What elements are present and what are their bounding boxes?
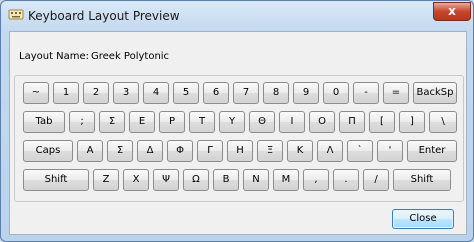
key[interactable]: Shift xyxy=(393,169,451,191)
dialog-client-area: Layout Name: Greek Polytonic ~1 2 3 4 5 6 7 8 9 0… xyxy=(9,31,467,235)
key[interactable]: \ xyxy=(429,111,457,133)
key[interactable]: Σ xyxy=(107,140,133,162)
keyboard-app-icon xyxy=(8,9,24,20)
key[interactable]: Enter xyxy=(407,140,457,162)
key[interactable]: Χ xyxy=(123,169,149,191)
key[interactable]: 3 xyxy=(113,82,139,104)
key[interactable]: Η xyxy=(227,140,253,162)
key[interactable]: Ρ xyxy=(159,111,185,133)
key[interactable]: 1 xyxy=(53,82,79,104)
key[interactable]: ~ xyxy=(23,82,49,104)
key[interactable]: Ω xyxy=(183,169,209,191)
key[interactable]: Θ xyxy=(249,111,275,133)
dialog-window: Keyboard Layout Preview x Layout Name: G… xyxy=(0,0,474,242)
key[interactable]: . xyxy=(333,169,359,191)
key[interactable]: = xyxy=(383,82,409,104)
key[interactable]: 0 xyxy=(323,82,349,104)
key[interactable]: Ζ xyxy=(93,169,119,191)
key[interactable]: Ν xyxy=(243,169,269,191)
key[interactable]: 9 xyxy=(293,82,319,104)
close-button[interactable]: Close xyxy=(392,209,454,229)
key[interactable]: 7 xyxy=(233,82,259,104)
window-close-button[interactable]: x xyxy=(433,2,471,21)
key[interactable]: ' xyxy=(377,140,403,162)
key[interactable]: 2 xyxy=(83,82,109,104)
key[interactable]: - xyxy=(353,82,379,104)
key[interactable]: ` xyxy=(347,140,373,162)
key[interactable]: Δ xyxy=(137,140,163,162)
key[interactable]: Μ xyxy=(273,169,299,191)
key[interactable]: Ψ xyxy=(153,169,179,191)
key[interactable]: [ xyxy=(369,111,395,133)
key[interactable]: Σ xyxy=(99,111,125,133)
key[interactable]: Α xyxy=(77,140,103,162)
key[interactable]: Φ xyxy=(167,140,193,162)
key[interactable]: ; xyxy=(69,111,95,133)
key[interactable]: Ο xyxy=(309,111,335,133)
key[interactable]: 5 xyxy=(173,82,199,104)
window-title: Keyboard Layout Preview xyxy=(28,9,180,23)
key[interactable]: ] xyxy=(399,111,425,133)
key[interactable]: Ι xyxy=(279,111,305,133)
key[interactable]: Β xyxy=(213,169,239,191)
key[interactable]: Λ xyxy=(317,140,343,162)
key[interactable]: / xyxy=(363,169,389,191)
key[interactable]: Γ xyxy=(197,140,223,162)
key[interactable]: 4 xyxy=(143,82,169,104)
key[interactable]: BackSp xyxy=(413,82,457,104)
key[interactable]: Ξ xyxy=(257,140,283,162)
key[interactable]: Ε xyxy=(129,111,155,133)
key[interactable]: Π xyxy=(339,111,365,133)
key[interactable]: 8 xyxy=(263,82,289,104)
key[interactable]: Tab xyxy=(23,111,65,133)
key[interactable]: Τ xyxy=(189,111,215,133)
layout-name-value: Greek Polytonic xyxy=(91,51,170,62)
key[interactable]: Shift xyxy=(23,169,89,191)
keyboard-preview: ~1 2 3 4 5 6 7 8 9 0- = BackSp Tab; Σ Ε Ρ Τ Υ Θ Ι Ο Π[] \ Caps Α… xyxy=(14,75,464,202)
key[interactable]: , xyxy=(303,169,329,191)
layout-name-label: Layout Name: xyxy=(19,51,90,62)
title-bar[interactable]: Keyboard Layout Preview x xyxy=(1,1,473,31)
key[interactable]: 6 xyxy=(203,82,229,104)
key[interactable]: Υ xyxy=(219,111,245,133)
key[interactable]: Κ xyxy=(287,140,313,162)
key[interactable]: Caps xyxy=(23,140,73,162)
